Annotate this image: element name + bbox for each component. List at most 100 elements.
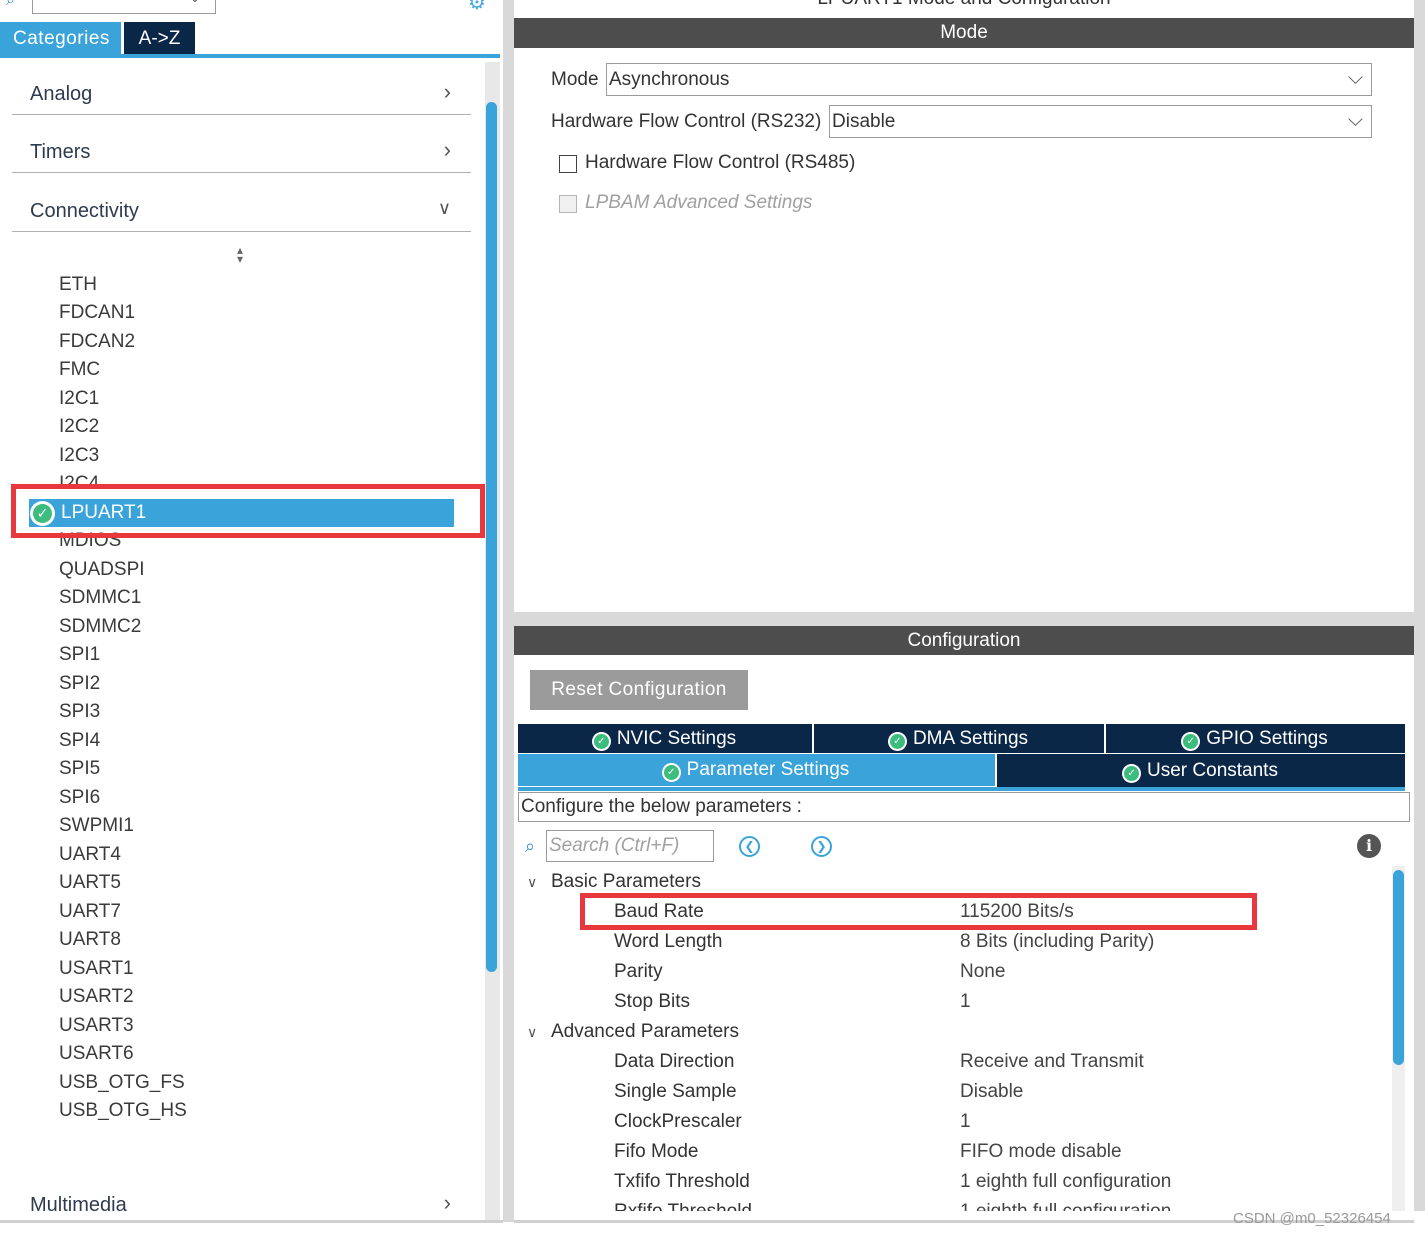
mode-select[interactable]: Asynchronous ⌵ <box>606 63 1372 96</box>
peripheral-item[interactable]: USART2 <box>59 984 134 1010</box>
panel-border <box>1414 0 1425 1222</box>
peripheral-item[interactable]: SPI1 <box>59 642 100 668</box>
param-name: Parity <box>614 961 663 982</box>
peripheral-item[interactable]: FMC <box>59 357 100 383</box>
scrollbar-thumb[interactable] <box>486 102 497 972</box>
mode-header: Mode <box>514 18 1414 48</box>
chevron-down-icon: ⌵ <box>1347 67 1363 89</box>
collapse-icon[interactable]: ∨ <box>527 1024 537 1041</box>
param-value[interactable]: FIFO mode disable <box>960 1141 1122 1163</box>
chevron-right-icon: › <box>443 79 451 104</box>
param-value[interactable]: 1 <box>960 1111 971 1133</box>
param-value[interactable]: 8 Bits (including Parity) <box>960 931 1154 953</box>
configure-hint: Configure the below parameters : <box>518 792 1410 822</box>
tab-label: DMA Settings <box>912 728 1029 749</box>
section-splitter[interactable] <box>514 612 1414 626</box>
peripheral-item[interactable]: SPI5 <box>59 756 100 782</box>
highlight-box <box>11 484 485 538</box>
peripheral-item[interactable]: SPI4 <box>59 728 100 754</box>
peripheral-item[interactable]: USART6 <box>59 1041 134 1067</box>
check-circle-icon: ✓ <box>1183 734 1199 749</box>
param-name: Txfifo Threshold <box>614 1171 750 1192</box>
peripheral-item[interactable]: USART3 <box>59 1013 134 1039</box>
tab-gpio-settings[interactable]: ✓ GPIO Settings <box>1106 724 1405 753</box>
collapse-icon[interactable]: ∨ <box>527 874 537 891</box>
peripheral-item[interactable]: UART8 <box>59 927 121 953</box>
hw-flow-rs232-select[interactable]: Disable ⌵ <box>829 105 1372 138</box>
tab-categories[interactable]: Categories <box>0 22 121 55</box>
tab-dma-settings[interactable]: ✓ DMA Settings <box>814 724 1104 753</box>
chevron-right-icon: › <box>443 1190 451 1215</box>
gear-icon[interactable]: ⚙ <box>468 0 486 15</box>
panel-splitter[interactable] <box>503 0 514 1222</box>
reset-configuration-button[interactable]: Reset Configuration <box>530 670 748 710</box>
category-label: Timers <box>30 141 91 163</box>
tab-user-constants[interactable]: ✓ User Constants <box>997 754 1405 787</box>
next-icon[interactable]: ❯ <box>811 836 832 857</box>
tab-nvic-settings[interactable]: ✓ NVIC Settings <box>518 724 812 753</box>
check-circle-icon: ✓ <box>663 765 679 780</box>
peripheral-item[interactable]: USART1 <box>59 956 134 982</box>
mode-label: Mode <box>551 69 599 90</box>
tab-a-to-z[interactable]: A->Z <box>124 22 195 55</box>
chevron-down-icon: ∨ <box>437 198 451 218</box>
sort-arrows-icon[interactable]: ▴ ▾ <box>232 244 248 265</box>
info-icon[interactable]: i <box>1357 834 1381 858</box>
param-value[interactable]: 1 <box>960 991 971 1013</box>
scrollbar-thumb[interactable] <box>1393 870 1404 1065</box>
peripheral-item[interactable]: SPI6 <box>59 785 100 811</box>
advanced-parameters-group[interactable]: Advanced Parameters <box>551 1021 739 1043</box>
check-circle-icon: ✓ <box>1124 766 1140 781</box>
tab-label: GPIO Settings <box>1206 728 1328 749</box>
tab-parameter-settings[interactable]: ✓ Parameter Settings <box>518 754 995 786</box>
category-multimedia[interactable]: Multimedia › <box>12 1178 471 1222</box>
peripheral-item[interactable]: QUADSPI <box>59 557 145 583</box>
chevron-down-icon[interactable]: ⌄ <box>190 0 200 5</box>
param-value[interactable]: None <box>960 961 1005 983</box>
peripheral-item[interactable]: UART7 <box>59 899 121 925</box>
peripheral-item[interactable]: UART5 <box>59 870 121 896</box>
peripheral-item[interactable]: I2C3 <box>59 443 99 469</box>
peripheral-item[interactable]: ETH <box>59 272 97 298</box>
lpbam-checkbox[interactable] <box>559 195 577 213</box>
peripheral-item[interactable]: I2C1 <box>59 386 99 412</box>
peripheral-item[interactable]: SDMMC1 <box>59 585 141 611</box>
previous-icon[interactable]: ❮ <box>739 836 760 857</box>
peripheral-item[interactable]: FDCAN2 <box>59 329 135 355</box>
watermark: CSDN @m0_52326454 <box>1233 1210 1391 1227</box>
peripheral-item[interactable]: SDMMC2 <box>59 614 141 640</box>
category-connectivity[interactable]: Connectivity ∨ <box>12 174 471 232</box>
peripheral-item[interactable]: FDCAN1 <box>59 300 135 326</box>
param-name: Data Direction <box>614 1051 735 1072</box>
parameter-search-input[interactable]: Search (Ctrl+F) <box>546 830 714 862</box>
lpbam-label: LPBAM Advanced Settings <box>585 192 813 213</box>
rs485-checkbox[interactable] <box>559 155 577 173</box>
peripheral-item[interactable]: SPI2 <box>59 671 100 697</box>
hw-flow-rs232-label: Hardware Flow Control (RS232) <box>551 111 822 132</box>
param-value[interactable]: Disable <box>960 1081 1023 1103</box>
category-label: Analog <box>30 83 93 105</box>
search-icon[interactable]: ⌕ <box>6 0 26 9</box>
mode-select-value: Asynchronous <box>609 69 730 90</box>
peripheral-item[interactable]: SPI3 <box>59 699 100 725</box>
peripheral-item[interactable]: UART4 <box>59 842 121 868</box>
search-icon[interactable]: ⌕ <box>525 836 535 857</box>
param-name: Word Length <box>614 931 723 952</box>
category-timers[interactable]: Timers › <box>12 115 471 173</box>
peripheral-item[interactable]: USB_OTG_HS <box>59 1098 187 1124</box>
peripheral-item[interactable]: I2C2 <box>59 414 99 440</box>
basic-parameters-group[interactable]: Basic Parameters <box>551 871 701 893</box>
peripheral-item[interactable]: SWPMI1 <box>59 813 134 839</box>
tab-underline <box>518 787 1405 791</box>
peripheral-item[interactable]: USB_OTG_FS <box>59 1070 185 1096</box>
panel-title: LPUART1 Mode and Configuration <box>514 0 1414 10</box>
highlight-box <box>580 893 1257 930</box>
tab-label: Parameter Settings <box>686 759 850 780</box>
param-value[interactable]: Receive and Transmit <box>960 1051 1144 1073</box>
param-value[interactable]: 1 eighth full configuration <box>960 1171 1171 1193</box>
chevron-down-icon: ⌵ <box>1347 109 1363 131</box>
hw-flow-select-value: Disable <box>832 111 896 132</box>
peripheral-search-input[interactable] <box>32 0 216 14</box>
check-circle-icon: ✓ <box>889 734 905 749</box>
category-analog[interactable]: Analog › <box>12 57 471 115</box>
